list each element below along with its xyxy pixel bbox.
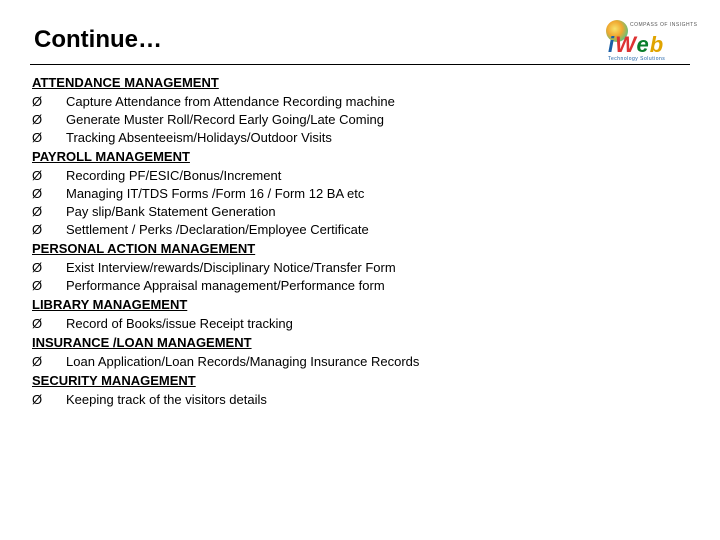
section-heading: LIBRARY MANAGEMENT: [32, 297, 690, 312]
list-item-text: Recording PF/ESIC/Bonus/Increment: [66, 168, 281, 183]
list-item-text: Record of Books/issue Receipt tracking: [66, 316, 293, 331]
header-row: Continue… COMPASS OF INSIGHTS iWeb Techn…: [30, 20, 690, 64]
logo-letter-w: W: [615, 32, 636, 57]
list-item-text: Tracking Absenteeism/Holidays/Outdoor Vi…: [66, 130, 332, 145]
list-item: ØSettlement / Perks /Declaration/Employe…: [30, 222, 690, 237]
section-heading: INSURANCE /LOAN MANAGEMENT: [32, 335, 690, 350]
list-item-text: Capture Attendance from Attendance Recor…: [66, 94, 395, 109]
list-item-text: Exist Interview/rewards/Disciplinary Not…: [66, 260, 396, 275]
list-item-text: Generate Muster Roll/Record Early Going/…: [66, 112, 384, 127]
list-item-text: Settlement / Perks /Declaration/Employee…: [66, 222, 369, 237]
list-item: ØExist Interview/rewards/Disciplinary No…: [30, 260, 690, 275]
bullet-icon: Ø: [30, 168, 66, 183]
content: ATTENDANCE MANAGEMENTØCapture Attendance…: [30, 75, 690, 407]
list-item: ØGenerate Muster Roll/Record Early Going…: [30, 112, 690, 127]
bullet-icon: Ø: [30, 204, 66, 219]
bullet-icon: Ø: [30, 186, 66, 201]
logo-letter-b: b: [650, 32, 664, 57]
logo-brand: iWeb: [608, 32, 664, 58]
list-item-text: Performance Appraisal management/Perform…: [66, 278, 385, 293]
list-item-text: Keeping track of the visitors details: [66, 392, 267, 407]
list-item-text: Loan Application/Loan Records/Managing I…: [66, 354, 419, 369]
bullet-icon: Ø: [30, 222, 66, 237]
bullet-icon: Ø: [30, 354, 66, 369]
bullet-icon: Ø: [30, 392, 66, 407]
list-item: ØManaging IT/TDS Forms /Form 16 / Form 1…: [30, 186, 690, 201]
divider: [30, 64, 690, 65]
list-item: ØLoan Application/Loan Records/Managing …: [30, 354, 690, 369]
section-heading: ATTENDANCE MANAGEMENT: [32, 75, 690, 90]
list-item: ØTracking Absenteeism/Holidays/Outdoor V…: [30, 130, 690, 145]
list-item: ØPay slip/Bank Statement Generation: [30, 204, 690, 219]
bullet-icon: Ø: [30, 316, 66, 331]
section-heading: PAYROLL MANAGEMENT: [32, 149, 690, 164]
logo-subline: Technology Solutions: [608, 56, 665, 62]
list-item: ØCapture Attendance from Attendance Reco…: [30, 94, 690, 109]
list-item: ØPerformance Appraisal management/Perfor…: [30, 278, 690, 293]
list-item-text: Managing IT/TDS Forms /Form 16 / Form 12…: [66, 186, 364, 201]
bullet-icon: Ø: [30, 112, 66, 127]
bullet-icon: Ø: [30, 94, 66, 109]
section-heading: PERSONAL ACTION MANAGEMENT: [32, 241, 690, 256]
logo-tagline: COMPASS OF INSIGHTS: [630, 22, 697, 28]
bullet-icon: Ø: [30, 130, 66, 145]
page-title: Continue…: [34, 26, 162, 54]
list-item: ØRecord of Books/issue Receipt tracking: [30, 316, 690, 331]
slide: Continue… COMPASS OF INSIGHTS iWeb Techn…: [0, 0, 720, 540]
bullet-icon: Ø: [30, 278, 66, 293]
list-item: ØRecording PF/ESIC/Bonus/Increment: [30, 168, 690, 183]
list-item: ØKeeping track of the visitors details: [30, 392, 690, 407]
logo-letter-e: e: [637, 32, 650, 57]
section-heading: SECURITY MANAGEMENT: [32, 373, 690, 388]
list-item-text: Pay slip/Bank Statement Generation: [66, 204, 276, 219]
bullet-icon: Ø: [30, 260, 66, 275]
logo: COMPASS OF INSIGHTS iWeb Technology Solu…: [604, 20, 690, 64]
